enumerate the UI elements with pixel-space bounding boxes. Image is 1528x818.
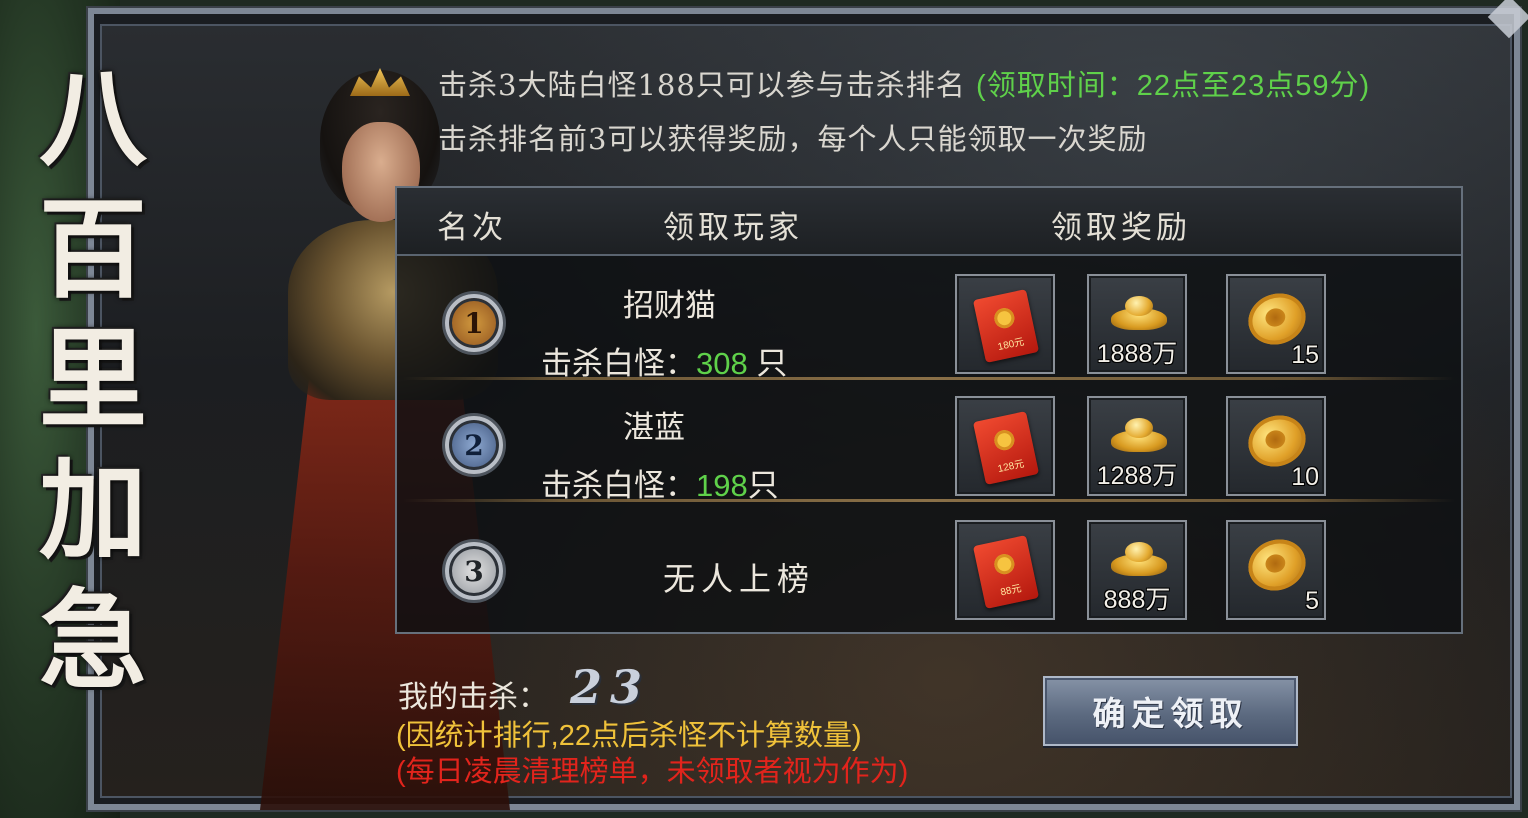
rule-line-1-text: 击杀3大陆白怪188只可以参与击杀排名 [438,68,966,102]
rank-badge-icon: 3 [445,542,503,600]
kill-unit: 只 [747,346,788,381]
hero-crown-icon [350,68,410,96]
banner-title-char: 急 [38,578,147,704]
reward-red-envelope[interactable]: 88元 [955,520,1055,620]
header-reward: 领取奖励 [1051,210,1191,246]
reward-quantity: 1888万 [1096,340,1178,368]
envelope-amount: 88元 [999,583,1023,599]
table-row: 3 无人上榜 88元 888万 5 [397,502,1461,624]
no-player-text: 无人上榜 [663,560,816,598]
gold-ingot-icon [1111,296,1167,330]
red-envelope-icon: 180元 [972,289,1040,363]
kill-unit: 只 [747,468,779,503]
banner-title: 八 百 里 加 急 [18,60,168,700]
reward-quantity: 888万 [1103,586,1171,614]
banner-title-char: 里 [38,317,147,443]
reward-gold-ingot[interactable]: 888万 [1087,520,1187,620]
my-kills-label: 我的击杀： [398,681,548,714]
envelope-amount: 180元 [996,336,1026,354]
kill-number: 308 [696,346,748,381]
header-player: 领取玩家 [663,210,803,246]
red-envelope-icon: 128元 [972,411,1040,485]
reward-gold-coin[interactable]: 15 [1226,274,1326,374]
table-row: 2 湛蓝 击杀白怪：198只 128元 1288万 10 [397,380,1461,503]
banner-title-char: 百 [38,186,147,313]
gold-ingot-icon [1111,542,1167,576]
reward-quantity: 1288万 [1096,462,1178,490]
gold-ingot-icon [1111,418,1167,452]
reward-quantity: 5 [1305,587,1319,615]
reward-quantity: 10 [1291,463,1319,491]
table-header: 名次 领取玩家 领取奖励 [397,188,1461,256]
kill-label: 击杀白怪： [541,468,696,503]
confirm-claim-button[interactable]: 确定领取 [1043,676,1298,746]
reward-gold-ingot[interactable]: 1288万 [1087,396,1187,496]
rank-badge-icon: 1 [445,294,503,352]
gold-coin-icon [1241,531,1313,599]
header-rank: 名次 [437,210,507,246]
reward-red-envelope[interactable]: 180元 [955,274,1055,374]
player-name: 招财猫 [623,288,716,323]
reward-gold-coin[interactable]: 10 [1226,396,1326,496]
reward-red-envelope[interactable]: 128元 [955,396,1055,496]
envelope-amount: 128元 [996,458,1026,476]
player-name: 湛蓝 [623,410,685,445]
reward-gold-ingot[interactable]: 1888万 [1087,274,1187,374]
kill-label: 击杀白怪： [541,346,696,381]
rank-badge-icon: 2 [445,416,503,474]
rule-line-1: 击杀3大陆白怪188只可以参与击杀排名 (领取时间：22点至23点59分) [438,62,1370,104]
reward-gold-coin[interactable]: 5 [1226,520,1326,620]
banner-title-char: 八 [38,56,147,182]
kill-number: 198 [696,468,748,503]
reset-warning: (每日凌晨清理榜单，未领取者视为作为) [396,756,909,788]
red-envelope-icon: 88元 [972,535,1040,609]
claim-time-text: (领取时间：22点至23点59分) [976,70,1371,102]
rule-line-2: 击杀排名前3可以获得奖励，每个人只能领取一次奖励 [438,122,1148,156]
table-row: 1 招财猫 击杀白怪：308 只 180元 1888万 15 [397,258,1461,381]
banner-title-char: 加 [38,447,147,574]
ranking-table: 名次 领取玩家 领取奖励 1 招财猫 击杀白怪：308 只 180元 1888万… [395,186,1463,634]
my-kills-value: 23 [570,660,651,714]
reward-quantity: 15 [1291,341,1319,369]
